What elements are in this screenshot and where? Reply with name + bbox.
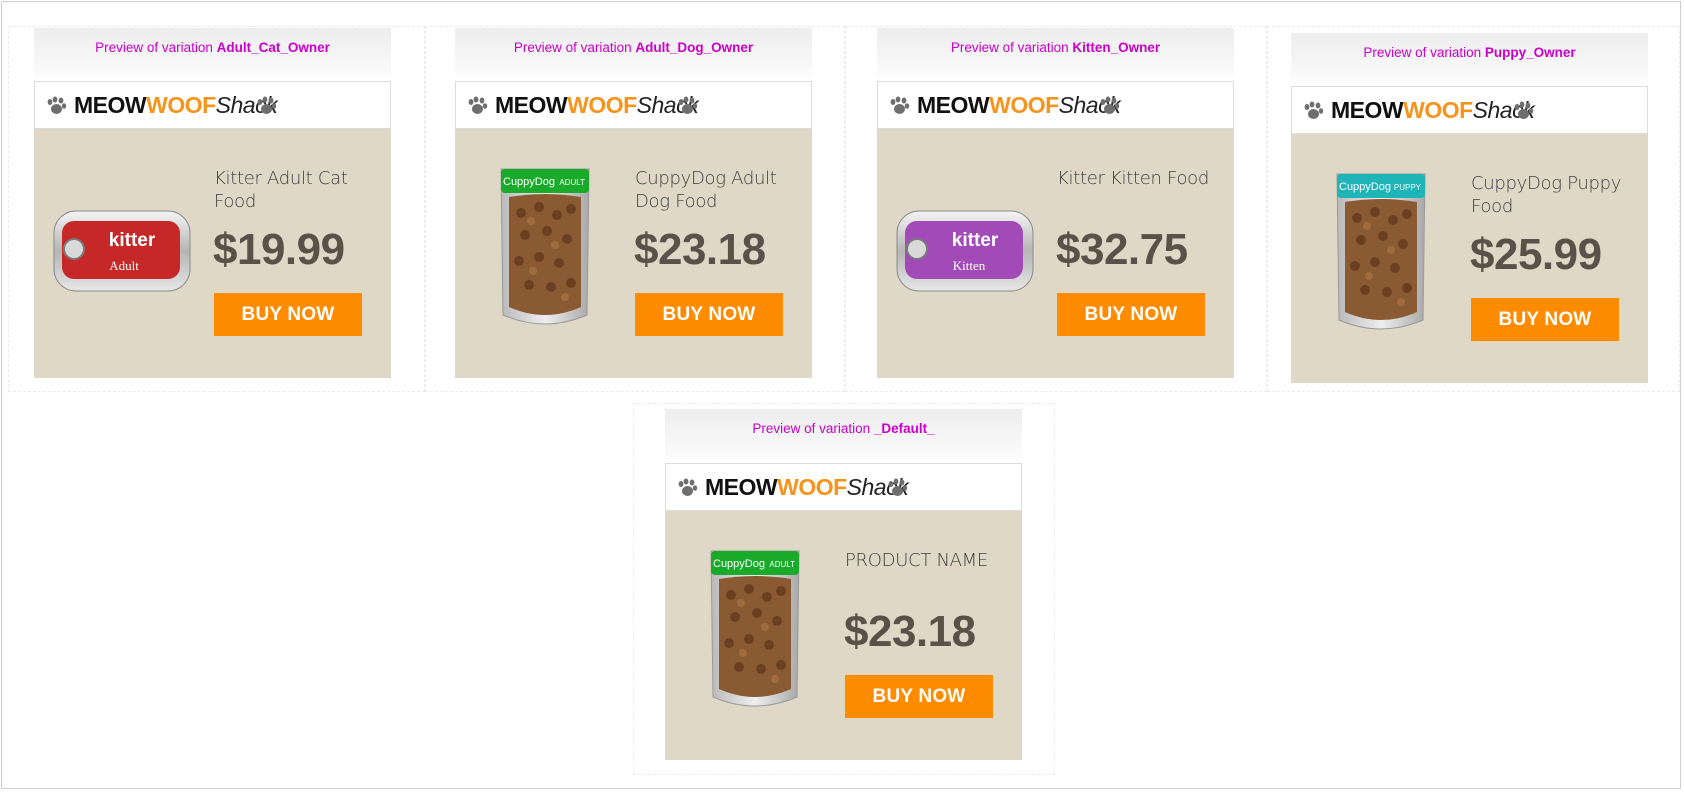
- buy-now-button[interactable]: BUY NOW: [1057, 293, 1205, 336]
- dog-food-bag-image: CuppyDog ADULT: [500, 168, 590, 325]
- dog-food-bag-image: CuppyDog ADULT: [710, 550, 800, 707]
- svg-text:kitter: kitter: [952, 230, 999, 251]
- paw-icon: [257, 96, 277, 114]
- svg-text:CuppyDog: CuppyDog: [1339, 181, 1391, 193]
- svg-text:ADULT: ADULT: [769, 560, 795, 569]
- paw-icon: [678, 478, 698, 496]
- brand-logo: MEOWWOOFShack: [1331, 97, 1535, 123]
- svg-text:Adult: Adult: [109, 258, 139, 273]
- preview-label: Preview of variation _Default_: [665, 409, 1022, 461]
- brand-header: MEOWWOOFShack: [455, 81, 812, 129]
- variation-name: Puppy_Owner: [1484, 45, 1576, 60]
- ad-body: kitter Kitten Kitter Kitten Food $32.75 …: [877, 129, 1234, 378]
- brand-logo: MEOWWOOFShack: [705, 474, 909, 500]
- paw-icon: [1304, 101, 1324, 119]
- ad-card: MEOWWOOFShack kitter Kitten Kitter Kitte…: [877, 81, 1234, 378]
- svg-text:CuppyDog: CuppyDog: [713, 558, 765, 570]
- preview-label: Preview of variation Adult_Cat_Owner: [34, 28, 391, 80]
- paw-icon: [678, 96, 698, 114]
- brand-logo: MEOWWOOFShack: [74, 92, 278, 118]
- ad-body: CuppyDog ADULT CuppyDog Adult Dog Food $…: [455, 129, 812, 378]
- paw-icon: [1514, 101, 1534, 119]
- variation-name: Kitten_Owner: [1072, 40, 1161, 55]
- brand-header: MEOWWOOFShack: [877, 81, 1234, 129]
- dog-food-bag-image: CuppyDog PUPPY: [1336, 173, 1426, 330]
- ad-card: MEOWWOOFShack CuppyDog ADULT PRODUCT NAM…: [665, 463, 1022, 760]
- paw-icon: [47, 96, 67, 114]
- product-name: Kitter Kitten Food: [1057, 168, 1210, 189]
- brand-header: MEOWWOOFShack: [665, 463, 1022, 511]
- buy-now-button[interactable]: BUY NOW: [214, 293, 362, 336]
- preview-label: Preview of variation Adult_Dog_Owner: [455, 28, 812, 80]
- cat-food-can-image: kitter Adult: [53, 210, 191, 292]
- product-price: $19.99: [213, 225, 345, 274]
- buy-now-button[interactable]: BUY NOW: [1471, 298, 1619, 341]
- product-price: $23.18: [634, 225, 766, 274]
- svg-text:ADULT: ADULT: [559, 178, 585, 187]
- svg-text:Kitten: Kitten: [953, 258, 986, 273]
- buy-now-button[interactable]: BUY NOW: [845, 675, 993, 718]
- product-name: PRODUCT NAME: [845, 550, 988, 571]
- brand-logo: MEOWWOOFShack: [495, 92, 699, 118]
- buy-now-button[interactable]: BUY NOW: [635, 293, 783, 336]
- product-price: $25.99: [1470, 230, 1602, 279]
- svg-text:CuppyDog: CuppyDog: [503, 176, 555, 188]
- svg-text:kitter: kitter: [109, 230, 156, 251]
- cat-food-can-image: kitter Kitten: [896, 210, 1034, 292]
- brand-logo: MEOWWOOFShack: [917, 92, 1121, 118]
- product-price: $32.75: [1056, 225, 1188, 274]
- ad-card: MEOWWOOFShack CuppyDog ADULT CuppyDog Ad…: [455, 81, 812, 378]
- preview-label: Preview of variation Puppy_Owner: [1291, 33, 1648, 85]
- product-name: Kitter Adult Cat Food: [214, 168, 348, 212]
- variation-name: _Default_: [873, 421, 935, 436]
- paw-icon: [888, 478, 908, 496]
- paw-icon: [468, 96, 488, 114]
- paw-icon: [890, 96, 910, 114]
- brand-header: MEOWWOOFShack: [34, 81, 391, 129]
- product-price: $23.18: [844, 607, 976, 656]
- product-name: CuppyDog Puppy Food: [1471, 173, 1622, 217]
- ad-body: CuppyDog ADULT PRODUCT NAME $23.18 BUY N…: [665, 511, 1022, 760]
- product-name: CuppyDog Adult Dog Food: [635, 168, 777, 212]
- ad-body: CuppyDog PUPPY CuppyDog Puppy Food $25.9…: [1291, 134, 1648, 383]
- variation-name: Adult_Dog_Owner: [635, 40, 754, 55]
- variation-name: Adult_Cat_Owner: [216, 40, 330, 55]
- ad-body: kitter Adult Kitter Adult Cat Food $19.9…: [34, 129, 391, 378]
- ad-card: MEOWWOOFShack kitter Adult Kitter Adult …: [34, 81, 391, 378]
- preview-label: Preview of variation Kitten_Owner: [877, 28, 1234, 80]
- paw-icon: [1100, 96, 1120, 114]
- ad-card: MEOWWOOFShack CuppyDog PUPPY CuppyDog Pu…: [1291, 86, 1648, 383]
- svg-text:PUPPY: PUPPY: [1394, 183, 1422, 192]
- brand-header: MEOWWOOFShack: [1291, 86, 1648, 134]
